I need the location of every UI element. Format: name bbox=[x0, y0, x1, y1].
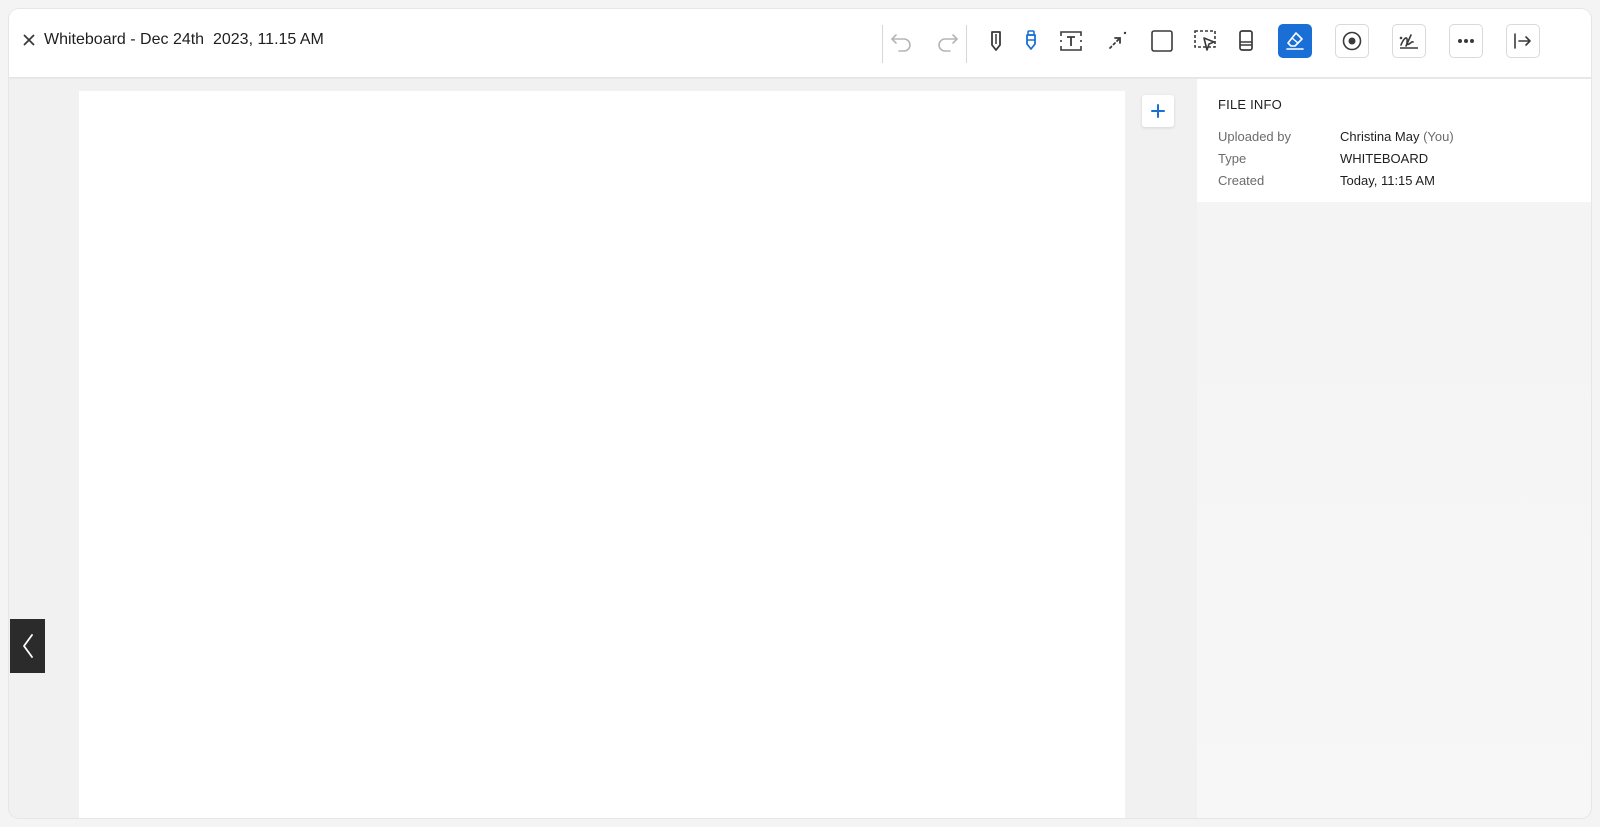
toolbar-divider bbox=[882, 25, 883, 63]
collapse-panel-button[interactable] bbox=[1506, 24, 1540, 58]
whiteboard-canvas[interactable] bbox=[79, 91, 1125, 818]
redo-icon bbox=[938, 34, 958, 52]
clear-button[interactable] bbox=[1278, 24, 1312, 58]
eraser-button[interactable] bbox=[1229, 24, 1263, 58]
previous-page-button[interactable] bbox=[10, 619, 45, 673]
text-tool-button[interactable] bbox=[1054, 24, 1088, 58]
uploader-name: Christina May bbox=[1340, 128, 1420, 144]
pencil-icon bbox=[991, 31, 1001, 51]
created-value: Today, 11:15 AM bbox=[1340, 172, 1435, 188]
file-info-row-type: Type WHITEBOARD bbox=[1218, 147, 1570, 169]
rectangle-icon bbox=[1151, 30, 1173, 52]
select-button[interactable] bbox=[1189, 24, 1223, 58]
laser-pointer-icon bbox=[1109, 31, 1127, 49]
add-page-button[interactable] bbox=[1142, 95, 1174, 127]
marker-icon bbox=[1026, 30, 1036, 50]
pencil-button[interactable] bbox=[979, 24, 1013, 58]
uploaded-by-value: Christina May (You) bbox=[1340, 129, 1454, 144]
side-panel: FILE INFO Uploaded by Christina May (You… bbox=[1197, 79, 1591, 818]
collapse-panel-icon bbox=[1514, 33, 1531, 49]
redo-button[interactable] bbox=[930, 24, 964, 58]
top-toolbar: Whiteboard - Dec 24th 2023, 11.15 AM bbox=[9, 9, 1591, 78]
signature-icon bbox=[1399, 34, 1418, 49]
select-icon bbox=[1194, 30, 1216, 51]
eraser-icon bbox=[1239, 30, 1253, 51]
toolbar-divider bbox=[966, 25, 967, 63]
record-icon bbox=[1342, 31, 1362, 51]
signature-button[interactable] bbox=[1392, 24, 1426, 58]
more-options-button[interactable] bbox=[1449, 24, 1483, 58]
text-box-icon bbox=[1060, 31, 1082, 51]
chevron-left-icon bbox=[22, 634, 33, 658]
rectangle-button[interactable] bbox=[1145, 24, 1179, 58]
file-info-row-uploaded-by: Uploaded by Christina May (You) bbox=[1218, 125, 1570, 147]
canvas-area bbox=[9, 79, 1197, 818]
record-button[interactable] bbox=[1335, 24, 1369, 58]
app-window: Whiteboard - Dec 24th 2023, 11.15 AM FIL… bbox=[9, 9, 1591, 818]
file-info-row-created: Created Today, 11:15 AM bbox=[1218, 169, 1570, 191]
close-button[interactable] bbox=[20, 31, 38, 49]
laser-pointer-button[interactable] bbox=[1100, 24, 1134, 58]
type-value: WHITEBOARD bbox=[1340, 150, 1429, 166]
type-label: Type bbox=[1218, 150, 1247, 166]
created-label: Created bbox=[1218, 172, 1265, 188]
more-icon bbox=[1458, 39, 1474, 43]
clear-icon bbox=[1286, 32, 1304, 50]
file-info-card: FILE INFO Uploaded by Christina May (You… bbox=[1197, 79, 1591, 202]
uploaded-by-label: Uploaded by bbox=[1218, 128, 1291, 144]
undo-button[interactable] bbox=[885, 24, 919, 58]
close-icon bbox=[23, 34, 35, 46]
whiteboard-title: Whiteboard - Dec 24th 2023, 11.15 AM bbox=[44, 31, 324, 48]
undo-icon bbox=[891, 34, 911, 52]
uploader-you-tag: (You) bbox=[1423, 128, 1454, 144]
marker-button[interactable] bbox=[1014, 24, 1048, 58]
file-info-heading: FILE INFO bbox=[1218, 97, 1282, 112]
plus-icon bbox=[1151, 104, 1165, 118]
